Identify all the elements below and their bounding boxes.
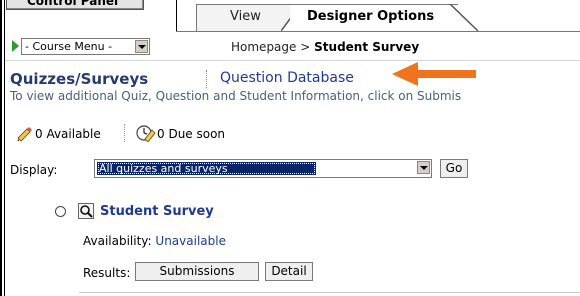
heading-separator [206, 70, 207, 88]
control-panel-button[interactable]: Control Panel [6, 0, 144, 10]
count-separator [124, 124, 125, 142]
breadcrumb-current: Student Survey [314, 40, 420, 54]
due-soon-clock-icon [136, 125, 156, 142]
breadcrumb-separator: > [300, 40, 311, 54]
chevron-down-icon[interactable] [135, 40, 148, 53]
availability-label: Availability: [83, 234, 152, 248]
item-divider [79, 292, 580, 293]
go-button[interactable]: Go [440, 159, 468, 178]
tab-view-label: View [230, 9, 261, 24]
breadcrumb-homepage[interactable]: Homepage [231, 40, 296, 54]
chevron-down-icon[interactable] [417, 161, 430, 174]
question-database-link[interactable]: Question Database [220, 70, 354, 86]
divider [5, 60, 580, 61]
survey-radio[interactable] [55, 206, 66, 217]
page-left-border-inner [4, 0, 5, 296]
display-label: Display: [10, 163, 58, 177]
magnifier-icon[interactable] [78, 203, 94, 219]
page-left-border [0, 0, 2, 296]
display-filter-value: All quizzes and surveys [97, 162, 316, 175]
display-filter-select[interactable]: All quizzes and surveys [94, 159, 432, 178]
availability-row: Availability: Unavailable [83, 234, 226, 248]
tab-bar-baseline [176, 31, 580, 32]
tab-designer-options-label: Designer Options [307, 9, 435, 24]
tab-area-divider [176, 0, 177, 31]
results-label: Results: [83, 266, 131, 280]
submissions-button[interactable]: Submissions [135, 262, 259, 281]
breadcrumb: Homepage > Student Survey [231, 40, 419, 54]
page-title: Quizzes/Surveys [10, 70, 149, 88]
detail-button[interactable]: Detail [265, 262, 313, 281]
availability-value[interactable]: Unavailable [155, 234, 226, 248]
control-panel-label: Control Panel [27, 0, 119, 8]
instructions-text: To view additional Quiz, Question and St… [10, 89, 462, 103]
play-arrow-icon [12, 40, 19, 52]
survey-title-link[interactable]: Student Survey [100, 204, 214, 219]
due-soon-count: 0 Due soon [157, 127, 226, 141]
course-menu-value: - Course Menu - [25, 40, 113, 53]
annotation-arrow-icon [392, 62, 476, 86]
tab-corner-right [450, 4, 479, 32]
available-count: 0 Available [35, 127, 101, 141]
pencil-icon [17, 127, 32, 142]
course-menu-select[interactable]: - Course Menu - [21, 38, 150, 55]
